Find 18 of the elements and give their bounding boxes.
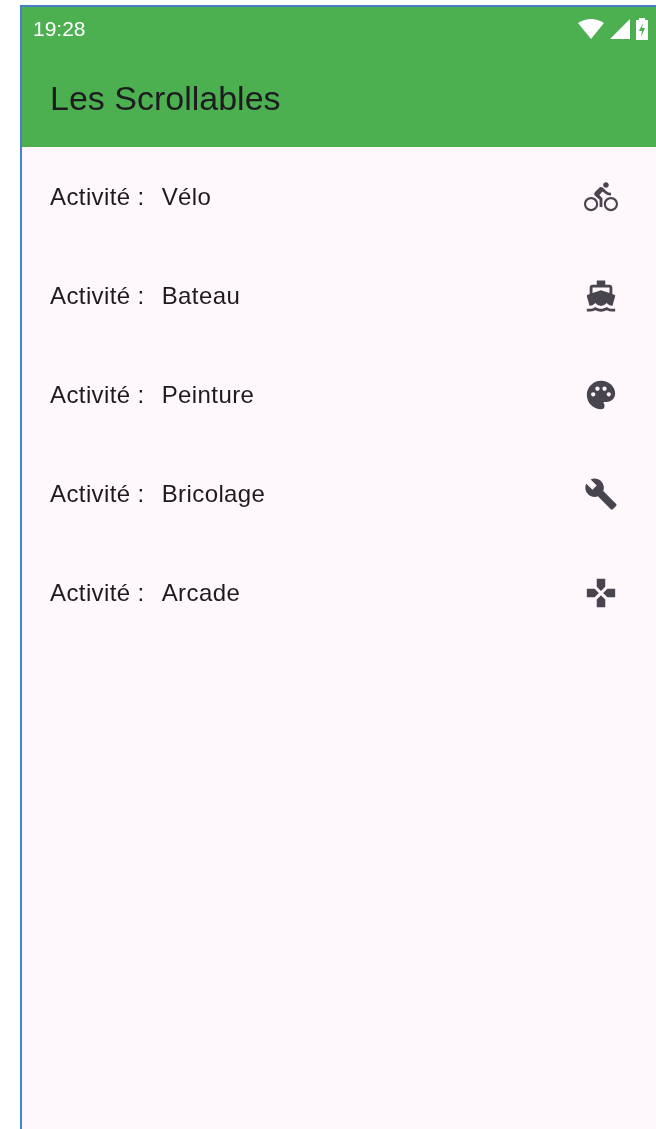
activity-label: Activité : (50, 479, 145, 508)
app-title: Les Scrollables (50, 79, 281, 118)
wifi-icon (578, 18, 604, 39)
activity-label: Activité : (50, 281, 145, 310)
bicycle-icon (584, 179, 618, 214)
wrench-icon (584, 476, 618, 511)
activity-label: Activité : (50, 380, 145, 409)
activity-name: Bricolage (161, 479, 266, 508)
battery-icon (636, 17, 648, 40)
activity-label: Activité : (50, 578, 145, 607)
status-time: 19:28 (33, 16, 86, 41)
activity-name: Peinture (161, 380, 255, 409)
activity-name: Arcade (161, 578, 241, 607)
activity-name: Bateau (161, 281, 241, 310)
activity-label: Activité : (50, 182, 145, 211)
activity-name: Vélo (161, 182, 212, 211)
boat-icon (584, 278, 618, 313)
signal-icon (610, 18, 630, 39)
